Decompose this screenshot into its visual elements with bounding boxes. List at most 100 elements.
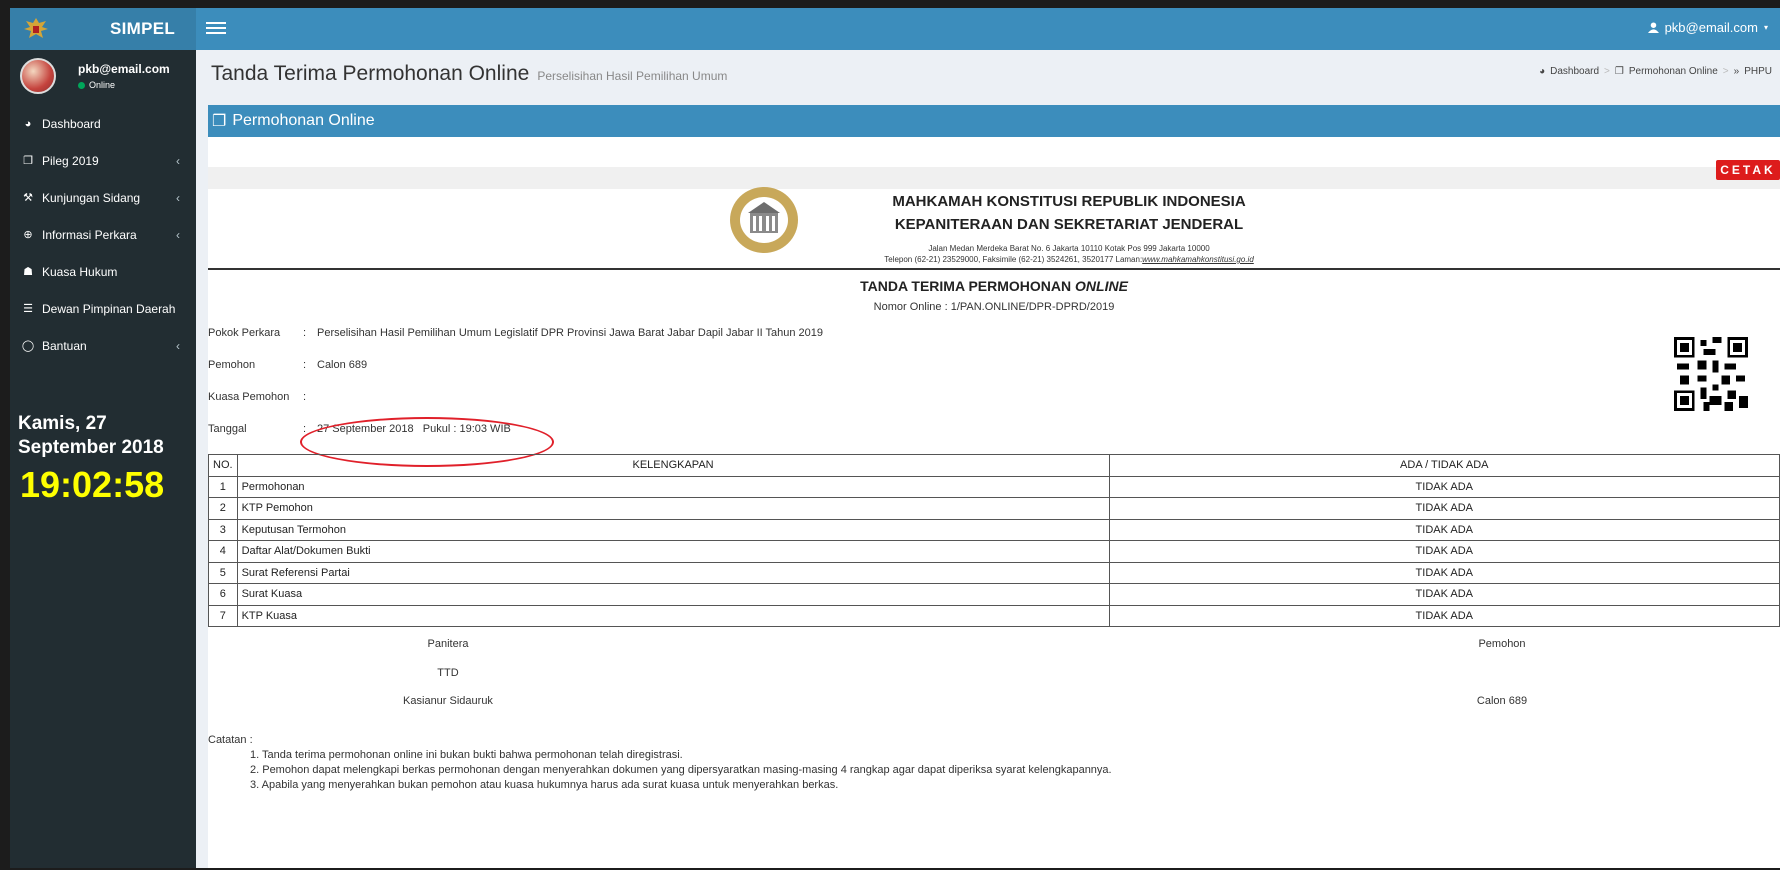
institution-unit: KEPANITERAAN DAN SEKRETARIAT JENDERAL [894,216,1244,233]
signature-right-title: Pemohon [1478,638,1526,650]
breadcrumb: ◕ Dashboard > ❐ Permohonan Online > » PH… [1539,66,1772,77]
note-item: 2. Pemohon dapat melengkapi berkas permo… [250,764,1112,776]
field-pemohon: Pemohon : Calon 689 [208,359,367,371]
page-title: Tanda Terima Permohonan Online [211,62,530,85]
divider-strip [208,167,1780,189]
field-label: Pokok Perkara [208,327,281,339]
sidebar-item-label: Dashboard [42,116,101,131]
date-line-2: September 2018 [18,437,164,458]
row-status: TIDAK ADA [1108,497,1780,520]
breadcrumb-dashboard[interactable]: Dashboard [1550,66,1599,77]
users-icon: ☗ [23,266,33,278]
chevron-left-icon: ‹ [176,338,180,353]
sidebar-item-label: Informasi Perkara [42,227,137,242]
chevron-left-icon: ‹ [176,153,180,168]
sidebar-item-informasi-perkara[interactable]: ⊕ Informasi Perkara ‹ [10,216,196,253]
row-number: 5 [208,561,238,584]
institution-contact: Telepon (62-21) 23529000, Faksimile (62-… [208,255,1780,264]
notes-section: Catatan : 1. Tanda terima permohonan onl… [208,733,1112,793]
contact-phone: Telepon (62-21) 23529000, Faksimile (62-… [884,255,1143,264]
caret-down-icon: ▾ [1763,23,1768,32]
field-pokok-perkara: Pokok Perkara : Perselisihan Hasil Pemil… [208,327,823,339]
table-row: 4 Daftar Alat/Dokumen Bukti TIDAK ADA [208,540,1780,563]
sidebar-item-label: Dewan Pimpinan Daerah [42,301,176,316]
row-status: TIDAK ADA [1108,583,1780,606]
breadcrumb-separator: > [1722,66,1729,77]
search-icon: ⊕ [23,229,33,241]
row-item: KTP Pemohon [236,497,1110,520]
row-item: KTP Kuasa [236,604,1110,627]
row-item: Surat Kuasa [236,583,1110,606]
row-item: Keputusan Termohon [236,518,1110,541]
chevron-left-icon: ‹ [176,227,180,242]
note-item: 1. Tanda terima permohonan online ini bu… [250,749,683,761]
box-title: Permohonan Online [232,112,375,129]
row-number: 6 [208,583,238,606]
column-header-kelengkapan: KELENGKAPAN [236,454,1110,477]
table-header-row: NO. KELENGKAPAN ADA / TIDAK ADA [208,454,1780,477]
user-panel: pkb@email.com Online [10,50,196,105]
document-number: Nomor Online : 1/PAN.ONLINE/DPR-DPRD/201… [873,301,1115,313]
sidebar-user-name: pkb@email.com [78,62,170,76]
row-number: 2 [208,497,238,520]
institution-address: Jalan Medan Merdeka Barat No. 6 Jakarta … [928,244,1210,253]
app-window: SIMPEL pkb@email.com ▾ pkb@email.com Onl… [10,8,1780,868]
sidebar-item-kuasa-hukum[interactable]: ☗ Kuasa Hukum [10,253,196,290]
document-title-main: TANDA TERIMA PERMOHONAN [860,278,1076,294]
copy-icon: ❐ [23,155,33,167]
dashboard-icon: ◕ [1539,66,1546,77]
row-item: Daftar Alat/Dokumen Bukti [236,540,1110,563]
sidebar-item-label: Kunjungan Sidang [42,190,141,205]
date-line-1: Kamis, 27 [18,413,107,434]
table-row: 2 KTP Pemohon TIDAK ADA [208,497,1780,520]
sidebar-item-dewan-pimpinan-daerah[interactable]: ☰ Dewan Pimpinan Daerah [10,290,196,327]
sidebar-toggle-icon[interactable] [206,19,226,39]
field-label: Pemohon [208,359,256,371]
sidebar: pkb@email.com Online ◕ Dashboard ❐ Pileg… [10,50,196,868]
row-number: 4 [208,540,238,563]
receipt-document: CETAK MAHKAMAH KONSTITUSI REPUBLIK INDON… [208,137,1780,868]
gavel-icon: ⚒ [23,192,33,204]
sidebar-item-dashboard[interactable]: ◕ Dashboard [10,105,196,142]
print-button[interactable]: CETAK [1716,160,1780,180]
date-display: Kamis, 27 September 2018 [18,412,164,460]
sidebar-item-pileg-2019[interactable]: ❐ Pileg 2019 ‹ [10,142,196,179]
dashboard-icon: ◕ [24,117,32,130]
sidebar-item-kunjungan-sidang[interactable]: ⚒ Kunjungan Sidang ‹ [10,179,196,216]
sidebar-item-label: Kuasa Hukum [42,264,118,279]
sidebar-item-label: Bantuan [42,338,87,353]
field-colon: : [303,391,307,403]
document-title: TANDA TERIMA PERMOHONAN ONLINE [208,278,1780,294]
user-status: Online [78,80,115,90]
copy-icon: ❐ [1614,66,1624,77]
page-subtitle: Perselisihan Hasil Pemilihan Umum [537,69,728,83]
online-status-icon [78,81,85,89]
sidebar-item-bantuan[interactable]: ◯ Bantuan ‹ [10,327,196,364]
box-header: ❐ Permohonan Online [208,105,1780,137]
row-number: 1 [208,475,238,498]
website-link[interactable]: www.mahkamahkonstitusi.go.id [1142,255,1254,264]
logo-area[interactable]: SIMPEL [10,8,196,50]
table-row: 6 Surat Kuasa TIDAK ADA [208,583,1780,606]
field-colon: : [303,359,307,371]
signature-left-name: Kasianur Sidauruk [403,695,493,707]
main-content: Tanda Terima Permohonan Online Perselisi… [196,50,1780,868]
breadcrumb-phpu: PHPU [1744,66,1772,77]
garuda-emblem-icon [24,18,48,38]
column-header-status: ADA / TIDAK ADA [1108,454,1780,477]
row-status: TIDAK ADA [1108,475,1780,498]
table-row: 1 Permohonan TIDAK ADA [208,475,1780,498]
user-icon [1647,22,1659,33]
row-number: 3 [208,518,238,541]
app-brand: SIMPEL [110,19,176,38]
user-menu[interactable]: pkb@email.com ▾ [1647,20,1768,35]
clock: 19:02:58 [20,464,165,505]
header-rule [208,268,1780,270]
field-kuasa-pemohon: Kuasa Pemohon : [208,391,317,403]
copy-icon: ❐ [212,113,227,130]
field-colon: : [303,327,307,339]
breadcrumb-permohonan-online[interactable]: Permohonan Online [1629,66,1718,77]
breadcrumb-separator: > [1604,66,1610,77]
note-item: 3. Apabila yang menyerahkan bukan pemoho… [250,779,839,791]
requirements-table: NO. KELENGKAPAN ADA / TIDAK ADA 1 Permoho… [208,454,1780,627]
